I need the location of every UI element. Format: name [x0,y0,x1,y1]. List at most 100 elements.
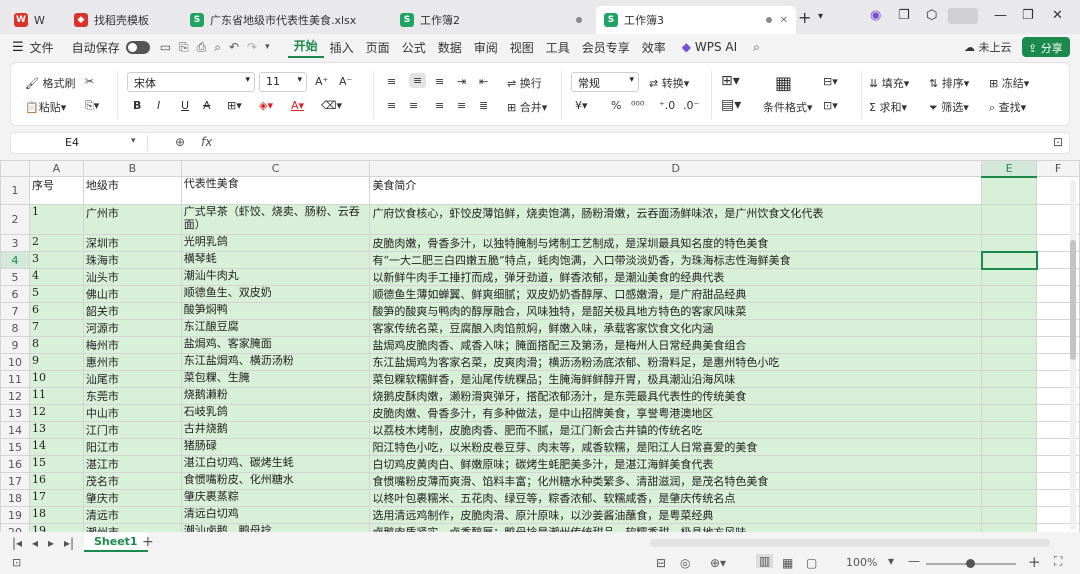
menu-home[interactable]: 开始 [287,37,324,58]
cell-city[interactable]: 江门市 [82,421,182,439]
zoom-chevron-icon[interactable]: ▾ [888,554,894,568]
bold-button[interactable]: B [133,99,141,112]
format-brush-button[interactable]: 🖌 格式刷 [25,75,75,91]
cell-empty[interactable] [981,370,1038,388]
cell-food[interactable]: 古井烧鹅 [180,421,371,439]
cell-seq[interactable]: 10 [28,370,84,388]
horizontal-scrollbar[interactable] [650,539,1050,547]
cell-food[interactable]: 潮汕卤鹅、鸭母捻 [180,523,371,532]
table-style-icon[interactable]: ⊞▾ [721,73,740,89]
menu-wps-ai[interactable]: ◆ WPS AI [676,40,743,54]
cell-city[interactable]: 河源市 [82,319,182,337]
align-right-icon[interactable]: ≡ [435,99,444,112]
row-header[interactable]: 10 [0,353,30,371]
autosave-toggle[interactable] [125,40,150,54]
cell-food[interactable]: 石岐乳鸽 [180,404,371,422]
cell-city[interactable]: 潮州市 [82,523,182,532]
cell-description[interactable]: 皮脆肉嫩、骨香多汁，有多种做法，是中山招牌美食，享誉粤港澳地区 [369,404,983,422]
formula-input[interactable] [231,136,1031,152]
cell-empty[interactable] [981,336,1038,354]
cell-food[interactable]: 菜包粿、生腌 [180,370,371,388]
cell-city[interactable]: 惠州市 [82,353,182,371]
prev-sheet-icon[interactable]: ◂ [32,536,38,550]
font-name-select[interactable]: 宋体 ▾ [127,72,255,92]
indent-icon[interactable]: ⇤ [479,75,488,88]
menu-member[interactable]: 会员专享 [576,39,636,56]
find-button[interactable]: ⌕ 查找▾ [989,99,1026,115]
menu-view[interactable]: 视图 [504,39,540,56]
maximize-icon[interactable]: ❐ [1022,8,1034,23]
copy-icon[interactable]: ⎘▾ [85,99,99,113]
row-header[interactable]: 9 [0,336,30,354]
conditional-format-button[interactable]: 条件格式▾ [763,99,813,115]
fill-button[interactable]: ⇊ 填充▾ [869,75,909,91]
clear-format-icon[interactable]: ⌫▾ [321,99,342,112]
menu-file[interactable]: 文件 [24,39,60,56]
menu-review[interactable]: 审阅 [468,39,504,56]
close-window-icon[interactable]: ✕ [1052,8,1063,23]
cell-city[interactable]: 广州市 [82,204,182,235]
conditional-format-icon[interactable]: ▦ [775,73,792,94]
cell-seq[interactable]: 15 [28,455,84,473]
vertical-scrollbar[interactable] [1070,180,1076,530]
increase-font-icon[interactable]: A⁺ [315,75,328,88]
row-header[interactable]: 4 [0,251,30,269]
sum-button[interactable]: Σ 求和▾ [869,99,907,115]
row-header[interactable]: 18 [0,489,30,507]
freeze-button[interactable]: ⊞ 冻结▾ [989,75,1029,91]
cell-food[interactable]: 湛江白切鸡、碳烤生蚝 [180,455,371,473]
cell-empty[interactable] [981,353,1038,371]
cell-city[interactable]: 阳江市 [82,438,182,456]
spreadsheet-grid[interactable]: A B C D E F 1 序号 地级市 代表性美食 美食简介 2 1 广州市 广式早茶（虾饺、… [0,160,1080,532]
tab-wps-home[interactable]: W W [6,6,62,34]
cell-seq[interactable]: 14 [28,438,84,456]
cell-description[interactable]: 顺德鱼生薄如蝉翼、鲜爽细腻；双皮奶奶香醇厚、口感嫩滑，是广府甜品经典 [369,285,983,303]
cell-description[interactable]: 东江盐焗鸡为客家名菜，皮爽肉滑；横沥汤粉汤底浓郁、粉滑料足，是惠州特色小吃 [369,353,983,371]
cell-food[interactable]: 盐焗鸡、客家腌面 [180,336,371,354]
window-mode-icon[interactable]: ❐ [898,8,910,23]
next-sheet-icon[interactable]: ▸ [48,536,54,550]
column-header[interactable]: F [1036,160,1080,177]
row-header[interactable]: 13 [0,404,30,422]
cube-icon[interactable]: ⬡ [926,8,937,23]
justify-icon[interactable]: ≡ [457,99,466,112]
cell-description[interactable]: 盐焗鸡皮脆肉香、咸香入味；腌面搭配三及第汤，是梅州人日常经典美食组合 [369,336,983,354]
page-break-icon[interactable]: ▢ [806,556,817,570]
cell-empty[interactable] [981,204,1038,235]
cell-description[interactable]: 广府饮食核心，虾饺皮薄馅鲜，烧卖饱满，肠粉滑嫩，云吞面汤鲜味浓，是广州饮食文化代… [369,204,983,235]
distribute-icon[interactable]: ≣ [479,99,488,112]
cell-description[interactable]: 阳江特色小吃，以米粉皮卷豆芽、肉末等，咸香软糯，是阳江人日常喜爱的美食 [369,438,983,456]
font-size-select[interactable]: 11 ▾ [259,72,307,92]
cell-description[interactable]: 皮脆肉嫩，骨香多汁，以独特腌制与烤制工艺制成，是深圳最具知名度的特色美食 [369,234,983,252]
menu-insert[interactable]: 插入 [324,39,360,56]
thousands-icon[interactable]: ⁰⁰⁰ [631,99,644,112]
cloud-doc-icon[interactable]: ▭ [160,40,171,54]
cell-city[interactable]: 汕头市 [82,268,182,286]
column-header[interactable]: D [369,160,983,177]
cell-empty[interactable] [981,234,1038,252]
cell-seq[interactable]: 18 [28,506,84,524]
cell-empty[interactable] [981,302,1038,320]
cell-description[interactable]: 选用清远鸡制作，皮脆肉滑、原汁原味，以沙姜酱油蘸食，是粤菜经典 [369,506,983,524]
cell-empty[interactable] [981,176,1038,205]
zoom-out-icon[interactable]: — [908,554,920,568]
normal-view-icon[interactable]: ▥ [756,554,774,568]
menu-data[interactable]: 数据 [432,39,468,56]
cell-empty[interactable] [981,268,1038,286]
border-icon[interactable]: ⊞▾ [227,99,242,112]
cell-description[interactable]: 以新鲜牛肉手工捶打而成，弹牙劲道，鲜香浓郁，是潮汕美食的经典代表 [369,268,983,286]
cell-description[interactable]: 以柊叶包裹糯米、五花肉、绿豆等，粽香浓郁、软糯咸香，是肇庆传统名点 [369,489,983,507]
font-color-button[interactable]: A▾ [291,99,304,112]
cell-seq[interactable]: 8 [28,336,84,354]
cut-icon[interactable]: ✂ [85,75,94,88]
cell-food[interactable]: 东江酿豆腐 [180,319,371,337]
close-tab-icon[interactable]: ✕ [780,15,788,26]
cell-seq[interactable]: 6 [28,302,84,320]
cell-food[interactable]: 清远白切鸡 [180,506,371,524]
expand-formula-icon[interactable]: ⊡ [1053,135,1063,149]
paste-button[interactable]: 📋粘贴▾ [25,99,66,115]
minimize-icon[interactable]: — [994,8,1007,23]
convert-button[interactable]: ⇄ 转换▾ [649,75,689,91]
cell-food[interactable]: 烧鹅濑粉 [180,387,371,405]
row-header[interactable]: 3 [0,234,30,252]
